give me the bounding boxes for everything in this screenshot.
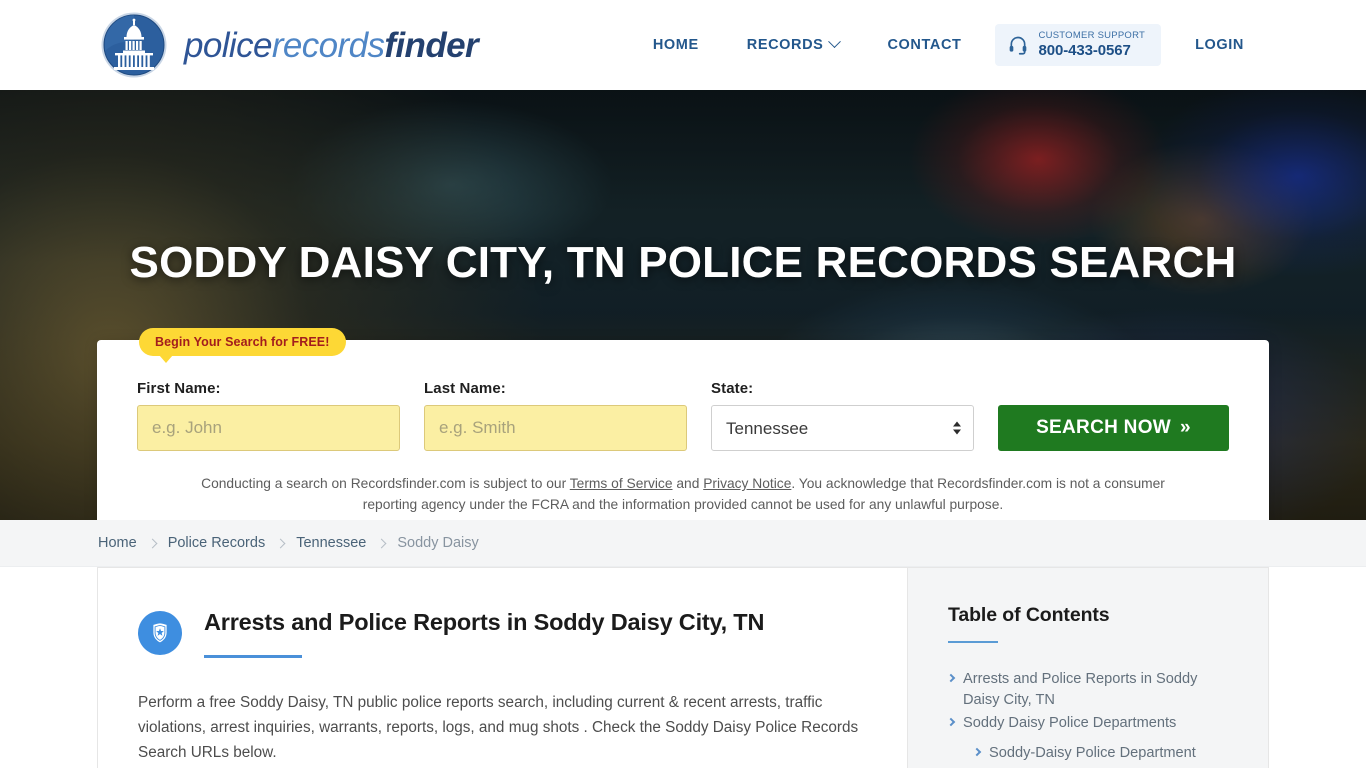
- chevron-down-icon: [828, 35, 842, 49]
- search-now-button[interactable]: SEARCH NOW »: [998, 405, 1229, 451]
- site-header: policerecordsfinder HOME RECORDS CONTACT: [0, 0, 1366, 90]
- nav-item-contact[interactable]: CONTACT: [863, 27, 985, 63]
- brand-logo-link[interactable]: policerecordsfinder: [98, 9, 479, 81]
- last-name-field-group: Last Name:: [424, 380, 687, 451]
- toc-link-police-departments[interactable]: Soddy Daisy Police Departments: [963, 713, 1176, 734]
- privacy-notice-link[interactable]: Privacy Notice: [703, 476, 791, 491]
- breadcrumb-item-home[interactable]: Home: [98, 535, 137, 551]
- breadcrumb: Home Police Records Tennessee Soddy Dais…: [0, 520, 1366, 567]
- terms-of-service-link[interactable]: Terms of Service: [570, 476, 673, 491]
- nav-item-contact-label: CONTACT: [887, 36, 962, 53]
- hero-section: SODDY DAISY CITY, TN POLICE RECORDS SEAR…: [0, 90, 1366, 520]
- brand-word-finder: finder: [384, 25, 478, 65]
- toc-item[interactable]: Soddy Daisy Police Departments: [946, 713, 1236, 734]
- brand-word-records: records: [271, 25, 385, 65]
- capitol-dome-icon: [98, 9, 170, 81]
- toc-list: Arrests and Police Reports in Soddy Dais…: [946, 669, 1236, 764]
- last-name-input[interactable]: [424, 405, 687, 451]
- main-content: Arrests and Police Reports in Soddy Dais…: [0, 567, 1366, 768]
- breadcrumb-item-current: Soddy Daisy: [397, 535, 479, 551]
- main-navigation: HOME RECORDS CONTACT CUSTOMER SUPPORT 80…: [629, 23, 1268, 67]
- nav-item-records-label: RECORDS: [746, 36, 824, 53]
- toc-title: Table of Contents: [948, 604, 1110, 626]
- toc-underline-rule: [948, 641, 998, 643]
- headset-icon: [1008, 35, 1028, 55]
- first-name-label: First Name:: [137, 380, 221, 397]
- nav-item-home-label: HOME: [652, 36, 699, 53]
- search-disclaimer: Conducting a search on Recordsfinder.com…: [137, 473, 1229, 516]
- nav-item-login-label: LOGIN: [1195, 36, 1244, 53]
- search-now-label: SEARCH NOW: [1036, 417, 1172, 438]
- brand-word-police: police: [184, 25, 272, 65]
- people-search-form: First Name: Last Name: State: Tennessee: [137, 380, 1229, 451]
- chevron-right-icon: [275, 538, 286, 548]
- chevron-right-icon: [946, 718, 956, 727]
- last-name-label: Last Name:: [424, 380, 506, 397]
- police-badge-icon: [138, 611, 182, 655]
- state-field-group: State: Tennessee: [711, 380, 974, 451]
- breadcrumb-item-tennessee[interactable]: Tennessee: [296, 535, 366, 551]
- article-body-paragraph: Perform a free Soddy Daisy, TN public po…: [138, 694, 859, 761]
- toc-link-arrests-reports[interactable]: Arrests and Police Reports in Soddy Dais…: [963, 669, 1236, 710]
- page-title: SODDY DAISY CITY, TN POLICE RECORDS SEAR…: [129, 238, 1237, 287]
- title-underline-rule: [204, 655, 302, 659]
- table-of-contents-panel: Table of Contents Arrests and Police Rep…: [908, 567, 1269, 768]
- chevron-right-icon: [972, 747, 982, 757]
- toc-item[interactable]: Soddy-Daisy Police Department: [948, 743, 1236, 764]
- chevron-right-icon: [376, 538, 387, 548]
- nav-item-records[interactable]: RECORDS: [723, 27, 864, 63]
- double-chevron-right-icon: »: [1180, 417, 1191, 438]
- nav-item-home[interactable]: HOME: [629, 27, 723, 63]
- chevron-right-icon: [147, 538, 158, 548]
- chevron-right-icon: [946, 673, 956, 683]
- article-card: Arrests and Police Reports in Soddy Dais…: [97, 567, 908, 768]
- support-label: CUSTOMER SUPPORT: [1038, 29, 1146, 41]
- first-name-field-group: First Name:: [137, 380, 400, 451]
- free-search-badge: Begin Your Search for FREE!: [139, 328, 346, 363]
- article-header: Arrests and Police Reports in Soddy Dais…: [138, 608, 867, 659]
- first-name-input[interactable]: [137, 405, 400, 451]
- support-phone: 800-433-0567: [1038, 41, 1131, 59]
- breadcrumb-item-police-records[interactable]: Police Records: [168, 535, 266, 551]
- disclaimer-part-1: Conducting a search on Recordsfinder.com…: [201, 476, 570, 491]
- brand-wordmark: policerecordsfinder: [184, 25, 479, 65]
- state-select[interactable]: Tennessee: [711, 405, 974, 451]
- toc-link-soddy-daisy-police-department[interactable]: Soddy-Daisy Police Department: [989, 743, 1196, 764]
- toc-item[interactable]: Arrests and Police Reports in Soddy Dais…: [946, 669, 1236, 710]
- state-label: State:: [711, 380, 754, 397]
- customer-support-button[interactable]: CUSTOMER SUPPORT 800-433-0567: [995, 23, 1162, 67]
- nav-item-login[interactable]: LOGIN: [1171, 27, 1268, 63]
- disclaimer-part-2: and: [672, 476, 704, 491]
- article-title: Arrests and Police Reports in Soddy Dais…: [204, 609, 765, 635]
- search-form-card: Begin Your Search for FREE! First Name: …: [97, 328, 1269, 520]
